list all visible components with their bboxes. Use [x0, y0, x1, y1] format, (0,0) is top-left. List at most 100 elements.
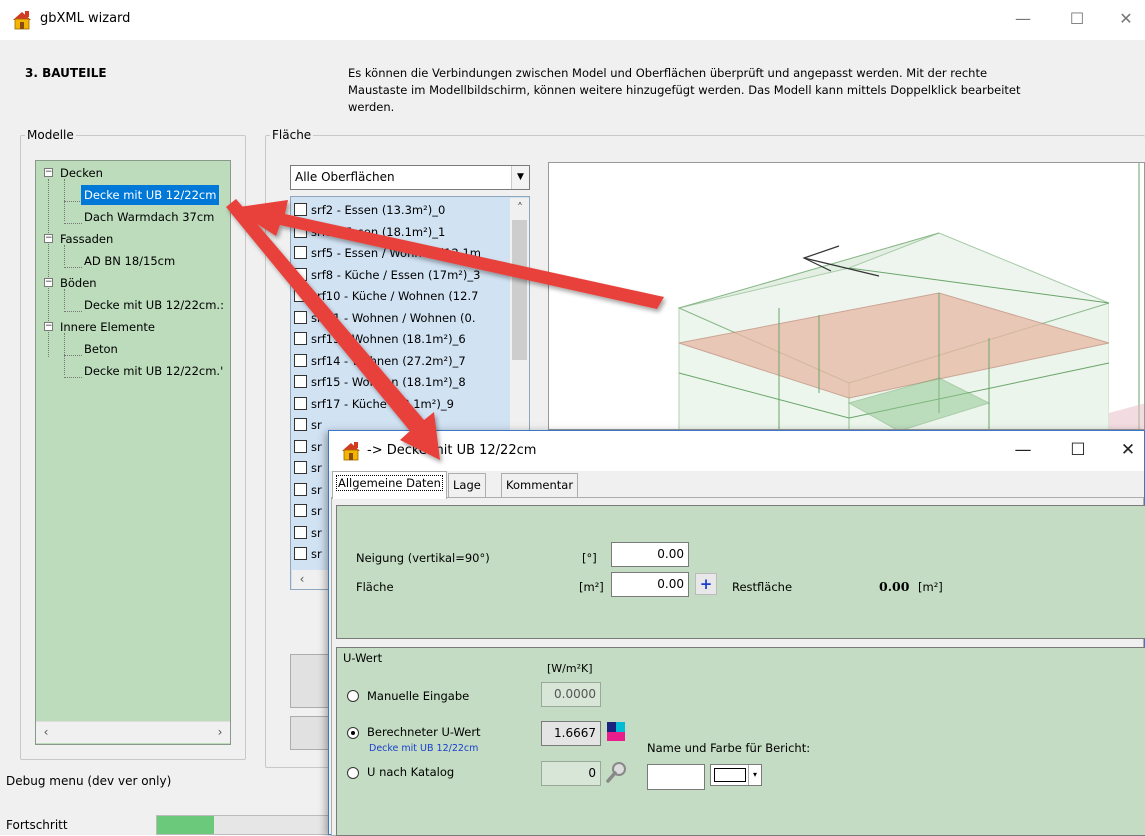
tree-node-decke-ub[interactable]: Decke mit UB 12/22cm — [81, 185, 220, 205]
checkbox[interactable] — [294, 396, 307, 410]
expander-decken-icon[interactable]: − — [44, 168, 53, 177]
checkbox[interactable] — [294, 375, 307, 388]
list-item[interactable]: sr — [294, 458, 322, 478]
checkbox[interactable] — [294, 267, 307, 281]
dialog-title-bar: -> Decke mit UB 12/22cm — ☐ ✕ — [329, 431, 1144, 471]
tree-node-decke-ub-3[interactable]: Decke mit UB 12/22cm.' — [84, 361, 223, 381]
expander-fassaden-icon[interactable]: − — [44, 234, 53, 243]
tree-node-dach[interactable]: Dach Warmdach 37cm — [84, 207, 214, 227]
scroll-right-icon[interactable]: › — [210, 722, 230, 742]
scroll-left-icon[interactable]: ‹ — [292, 570, 312, 589]
color-palette-icon[interactable] — [604, 720, 628, 744]
bericht-label: Name und Farbe für Bericht: — [647, 741, 811, 755]
list-item[interactable]: srf3 - Essen (18.1m²)_1 — [294, 222, 445, 242]
scroll-up-icon[interactable]: ˄ — [510, 198, 530, 218]
list-item[interactable]: srf10 - Küche / Wohnen (12.7 — [294, 286, 478, 306]
checkbox[interactable] — [294, 310, 307, 324]
checkbox[interactable] — [294, 482, 307, 496]
tab-lage[interactable]: Lage — [448, 473, 486, 497]
list-item[interactable]: srf13 - Wohnen (18.1m²)_6 — [294, 329, 466, 349]
list-item[interactable]: sr — [294, 437, 322, 457]
list-item[interactable]: srf17 - Küche (18.1m²)_9 — [294, 394, 454, 414]
manuelle-input[interactable]: 0.0000 — [541, 682, 601, 707]
maximize-button[interactable]: ☐ — [1063, 8, 1091, 32]
katalog-input[interactable]: 0 — [541, 761, 601, 786]
magnifier-icon[interactable] — [604, 760, 628, 784]
dialog-minimize-button[interactable]: — — [1009, 439, 1037, 463]
list-item[interactable]: sr — [294, 544, 322, 564]
tab-allgemeine-daten[interactable]: Allgemeine Daten — [332, 471, 447, 499]
list-item[interactable]: srf15 - Wohnen (18.1m²)_8 — [294, 372, 466, 392]
checkbox[interactable] — [294, 525, 307, 539]
report-name-input[interactable] — [647, 764, 705, 790]
berechnet-sublabel[interactable]: Decke mit UB 12/22cm — [369, 743, 478, 754]
checkbox[interactable] — [294, 246, 307, 259]
chevron-down-icon[interactable]: ▾ — [748, 765, 761, 785]
checkbox[interactable] — [294, 289, 307, 302]
chevron-down-icon[interactable]: ▼ — [511, 166, 529, 189]
list-item[interactable]: sr — [294, 501, 322, 521]
list-item-label: srf17 - Küche (18.1m²)_9 — [311, 396, 454, 411]
list-item[interactable]: sr — [294, 480, 322, 500]
progress-fill — [157, 816, 215, 834]
katalog-radio[interactable] — [347, 767, 359, 779]
list-item[interactable]: sr — [294, 415, 322, 435]
flaeche-input[interactable]: 0.00 — [611, 572, 689, 597]
progress-bar — [156, 815, 331, 835]
manuelle-radio[interactable] — [347, 690, 359, 702]
berechnet-label[interactable]: Berechneter U-Wert — [367, 725, 481, 739]
restflaeche-label: Restfläche — [732, 580, 793, 594]
checkbox[interactable] — [294, 353, 307, 367]
expander-boeden-icon[interactable]: − — [44, 278, 53, 287]
tab-kommentar[interactable]: Kommentar — [501, 473, 579, 497]
neigung-input[interactable]: 0.00 — [611, 542, 689, 567]
restflaeche-value: 0.00 — [879, 579, 910, 594]
model-3d-view[interactable] — [548, 162, 1145, 430]
flaeche-label: Fläche — [356, 580, 394, 594]
list-item[interactable]: srf5 - Essen / Wohnen (12.1m — [294, 243, 481, 263]
dialog-maximize-button[interactable]: ☐ — [1064, 439, 1092, 463]
list-item[interactable]: srf11 - Wohnen / Wohnen (0. — [294, 308, 476, 328]
list-item-label: srf3 - Essen (18.1m²)_1 — [311, 224, 446, 239]
tree-node-ad-bn[interactable]: AD BN 18/15cm — [84, 251, 175, 271]
checkbox[interactable] — [294, 224, 307, 238]
list-item[interactable]: srf14 - Wohnen (27.2m²)_7 — [294, 351, 466, 371]
report-color-dropdown[interactable]: ▾ — [710, 764, 762, 786]
window-title: gbXML wizard — [40, 11, 131, 26]
expander-innere-icon[interactable]: − — [44, 322, 53, 331]
tree-node-decken[interactable]: Decken — [60, 163, 103, 183]
model-tree[interactable]: − Decken Decke mit UB 12/22cm Dach Warmd… — [35, 160, 231, 745]
katalog-label[interactable]: U nach Katalog — [367, 765, 454, 779]
tree-node-innere-elemente[interactable]: Innere Elemente — [60, 317, 155, 337]
manuelle-label[interactable]: Manuelle Eingabe — [367, 689, 469, 703]
debug-menu-label[interactable]: Debug menu (dev ver only) — [6, 774, 171, 788]
tree-horizontal-scrollbar[interactable]: ‹ › — [36, 721, 230, 743]
checkbox[interactable] — [294, 439, 307, 453]
house-icon — [13, 11, 31, 30]
checkbox[interactable] — [294, 547, 307, 560]
scroll-left-icon[interactable]: ‹ — [36, 722, 56, 742]
checkbox[interactable] — [294, 332, 307, 345]
minimize-button[interactable]: — — [1009, 8, 1037, 32]
list-item[interactable]: sr — [294, 523, 322, 543]
list-item-label: srf13 - Wohnen (18.1m²)_6 — [311, 332, 466, 346]
scrollbar-thumb[interactable] — [512, 220, 527, 360]
dialog-close-button[interactable]: ✕ — [1114, 439, 1142, 463]
tree-node-decke-ub-2[interactable]: Decke mit UB 12/22cm.: — [84, 295, 224, 315]
checkbox[interactable] — [294, 461, 307, 474]
tree-node-boeden[interactable]: Böden — [60, 273, 97, 293]
close-button[interactable]: ✕ — [1112, 8, 1140, 32]
add-area-button[interactable]: + — [695, 573, 717, 595]
list-item[interactable]: srf8 - Küche / Essen (17m²)_3 — [294, 265, 480, 285]
berechnet-radio[interactable] — [347, 727, 359, 739]
checkbox[interactable] — [294, 504, 307, 517]
tree-node-beton[interactable]: Beton — [84, 339, 118, 359]
checkbox[interactable] — [294, 203, 307, 216]
checkbox[interactable] — [294, 418, 307, 431]
list-item-label: srf14 - Wohnen (27.2m²)_7 — [311, 353, 466, 368]
hidden-button[interactable] — [290, 654, 330, 708]
surface-filter-select[interactable]: Alle Oberflächen ▼ — [290, 165, 530, 190]
list-item[interactable]: srf2 - Essen (13.3m²)_0 — [294, 200, 445, 220]
hidden-button[interactable] — [290, 716, 330, 750]
tree-node-fassaden[interactable]: Fassaden — [60, 229, 113, 249]
